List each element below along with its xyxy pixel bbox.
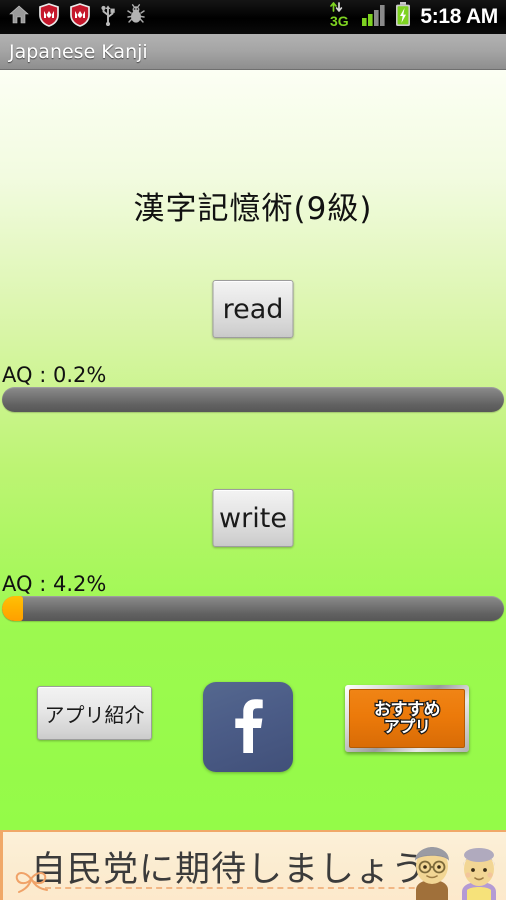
usb-icon (100, 3, 116, 31)
android-debug-bug-icon (125, 4, 147, 30)
recommend-apps-button[interactable]: おすすめ アプリ (345, 685, 469, 752)
svg-text:3G: 3G (330, 13, 349, 28)
signal-bars-icon (362, 4, 386, 31)
mcafee-shield-icon (69, 2, 91, 32)
main-content: 漢字記憶術(9級) read AQ : 0.2% write AQ : 4.2%… (0, 70, 506, 830)
status-bar-left-icons (0, 2, 147, 32)
status-bar-clock: 5:18 AM (420, 5, 498, 28)
bottom-button-row: アプリ紹介 おすすめ アプリ (0, 682, 506, 792)
facebook-button[interactable] (203, 682, 293, 772)
page-title: 漢字記憶術(9級) (133, 191, 373, 227)
ad-banner[interactable]: 自民党に期待しましょう (0, 830, 506, 900)
recommend-apps-inner: おすすめ アプリ (349, 689, 465, 748)
write-progress-bar (2, 596, 504, 621)
status-bar-right-icons: 3G 5:18 AM (329, 0, 498, 34)
facebook-f-icon (226, 697, 270, 758)
recommend-line-2: アプリ (382, 717, 431, 736)
ad-banner-dashed-divider (45, 887, 445, 889)
elderly-man-icon (406, 842, 458, 900)
ribbon-bow-icon (9, 866, 61, 896)
battery-charging-icon (395, 2, 411, 32)
app-title: Japanese Kanji (9, 40, 148, 63)
ad-banner-text: 自民党に期待しましょう (31, 850, 428, 890)
status-bar: 3G 5:18 AM (0, 0, 506, 34)
read-button[interactable]: read (212, 280, 294, 338)
home-icon (9, 5, 29, 29)
write-aq-label: AQ : 4.2% (2, 572, 107, 596)
app-title-bar: Japanese Kanji (0, 34, 506, 70)
network-3g-icon: 3G (329, 1, 353, 33)
app-intro-button[interactable]: アプリ紹介 (37, 686, 152, 740)
mcafee-shield-icon (38, 2, 60, 32)
elderly-woman-icon (454, 846, 504, 900)
read-aq-label: AQ : 0.2% (2, 363, 107, 387)
read-progress-bar (2, 387, 504, 412)
write-progress-fill (2, 596, 24, 621)
write-button[interactable]: write (212, 489, 294, 547)
